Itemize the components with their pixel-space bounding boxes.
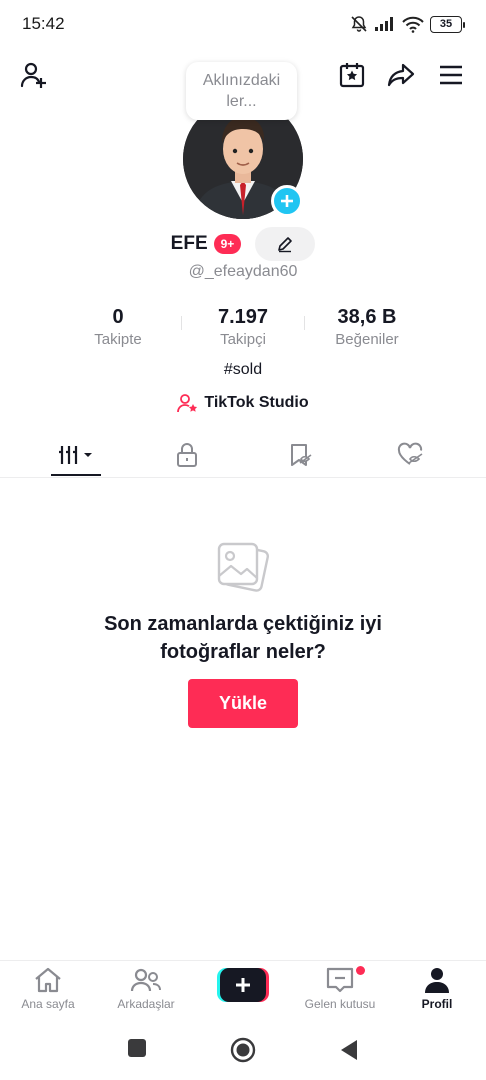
tab-liked[interactable]	[385, 433, 435, 477]
add-friend-icon[interactable]	[17, 58, 51, 92]
divider	[304, 316, 305, 330]
battery-icon: 35	[430, 15, 465, 33]
share-icon[interactable]	[384, 58, 418, 92]
nav-label: Profil	[421, 997, 453, 1011]
lock-icon	[177, 443, 197, 467]
empty-state-title: Son zamanlarda çektiğiniz iyi fotoğrafla…	[104, 613, 382, 663]
stat-label: Beğeniler	[335, 331, 399, 348]
nav-home[interactable]: Ana sayfa	[3, 966, 93, 1022]
studio-label: TikTok Studio	[204, 394, 309, 411]
tiktok-studio-link[interactable]: TikTok Studio	[0, 393, 486, 413]
inbox-icon	[326, 967, 354, 993]
status-time: 15:42	[22, 14, 65, 33]
mute-bell-icon	[351, 16, 367, 32]
nav-label: Ana sayfa	[21, 997, 75, 1011]
inbox-notification-dot	[356, 966, 365, 975]
edit-profile-button[interactable]	[255, 227, 316, 261]
recent-apps-icon[interactable]	[127, 1038, 147, 1063]
create-button[interactable]	[217, 968, 269, 1002]
user-handle: @_efeaydan60	[188, 263, 298, 280]
stat-label: Takipçi	[220, 331, 266, 348]
plus-icon	[217, 968, 269, 1002]
profile-icon	[425, 968, 449, 993]
tab-favorites[interactable]	[275, 433, 325, 477]
note-bubble-text: Aklınızdaki ler...	[202, 72, 281, 110]
stat-likes[interactable]: 38,6 B Beğeniler	[307, 306, 427, 348]
wifi-icon	[402, 16, 424, 33]
plus-icon	[281, 195, 293, 207]
active-tab-indicator	[51, 474, 101, 476]
nav-label: Arkadaşlar	[117, 997, 175, 1011]
home-system-icon[interactable]	[230, 1037, 256, 1068]
username: EFE	[170, 233, 208, 254]
name-row: EFE 9+	[0, 227, 486, 261]
add-avatar-button[interactable]	[271, 185, 303, 217]
divider	[181, 316, 182, 330]
menu-icon[interactable]	[434, 58, 468, 92]
tab-posts[interactable]	[51, 433, 101, 477]
stat-value: 38,6 B	[337, 306, 397, 328]
bookmark-hidden-icon	[291, 444, 312, 466]
nav-friends[interactable]: Arkadaşlar	[101, 966, 191, 1022]
grid-dropdown-icon	[59, 446, 92, 464]
calendar-star-icon[interactable]	[335, 58, 369, 92]
upload-button[interactable]: Yükle	[188, 679, 298, 728]
stat-label: Takipte	[94, 331, 142, 348]
back-icon[interactable]	[339, 1039, 359, 1066]
heart-hidden-icon	[397, 442, 423, 465]
status-icons: 35	[350, 13, 465, 35]
bio: #sold	[223, 361, 263, 378]
note-bubble[interactable]: Aklınızdaki ler...	[186, 62, 297, 120]
home-icon	[35, 967, 61, 993]
stat-value: 0	[112, 306, 124, 328]
notification-badge[interactable]: 9+	[213, 234, 242, 254]
stat-value: 7.197	[217, 306, 269, 328]
stat-followers[interactable]: 7.197 Takipçi	[183, 306, 303, 348]
nav-profile[interactable]: Profil	[392, 966, 482, 1022]
tab-private[interactable]	[162, 433, 212, 477]
photos-icon	[213, 540, 273, 596]
signal-icon	[375, 17, 393, 31]
profile-tabs	[0, 433, 486, 478]
nav-inbox[interactable]: Gelen kutusu	[295, 966, 385, 1022]
nav-label: Gelen kutusu	[304, 997, 376, 1011]
friends-icon	[130, 968, 161, 992]
studio-person-star-icon	[177, 394, 198, 413]
stat-following[interactable]: 0 Takipte	[58, 306, 178, 348]
pencil-icon	[278, 237, 293, 253]
